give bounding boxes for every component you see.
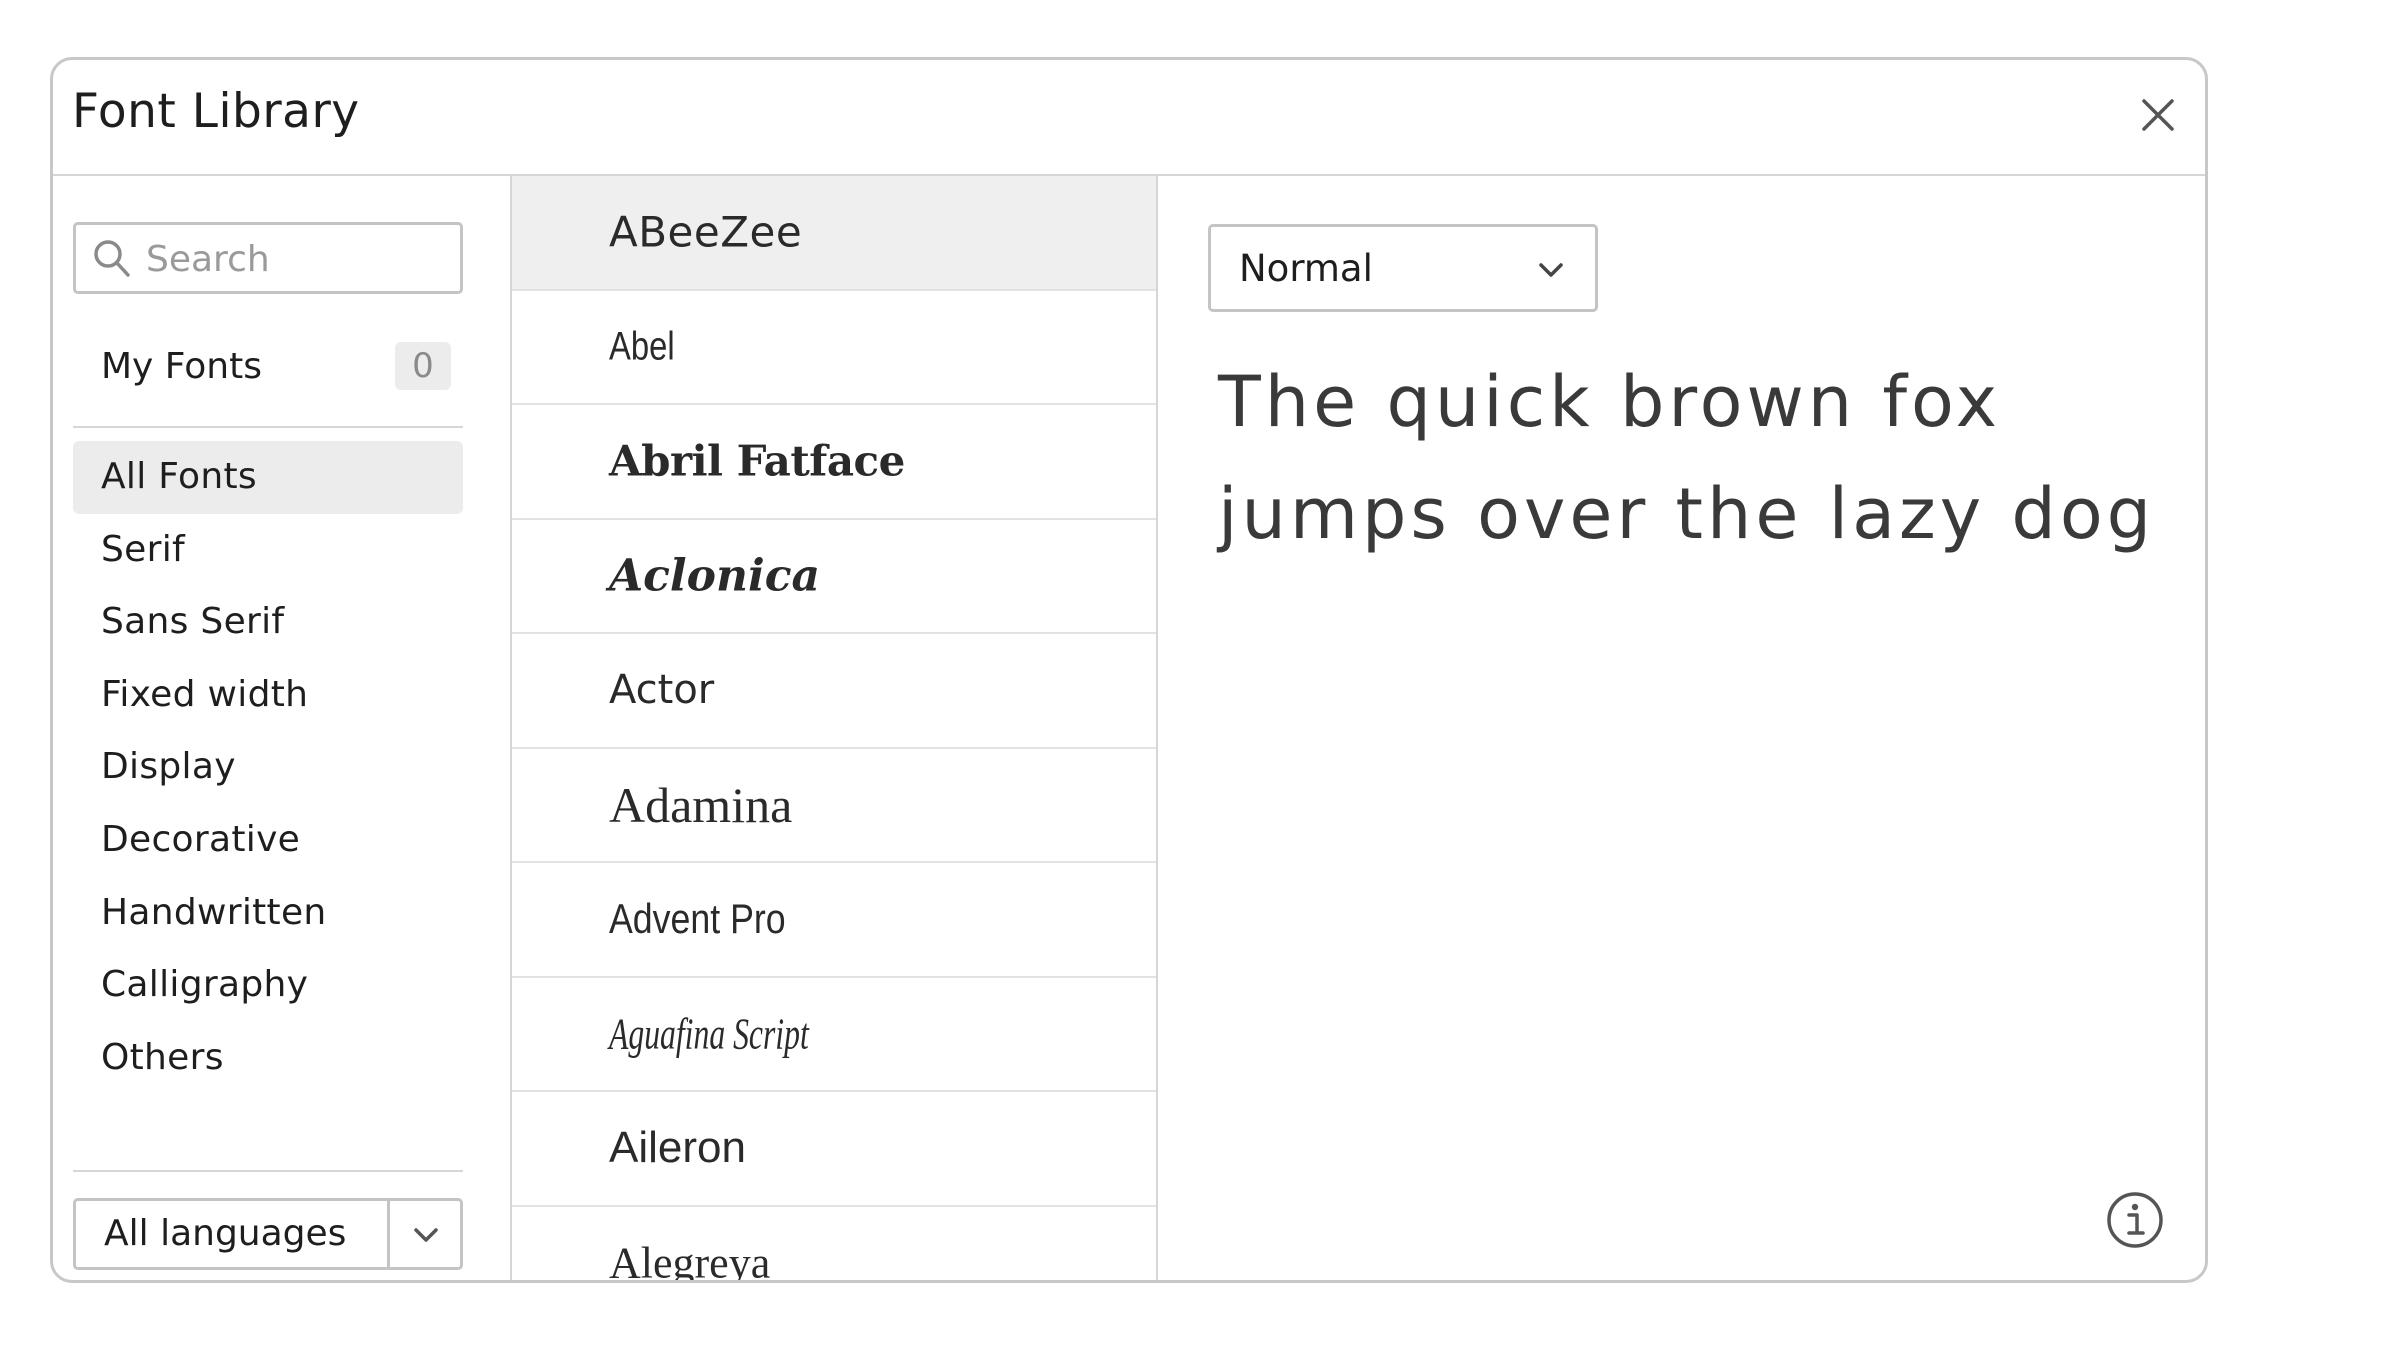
- category-list: All Fonts Serif Sans Serif Fixed width D…: [73, 441, 463, 1094]
- category-others[interactable]: Others: [73, 1022, 463, 1095]
- category-calligraphy[interactable]: Calligraphy: [73, 949, 463, 1022]
- divider: [73, 1170, 463, 1172]
- font-list-item[interactable]: Advent Pro: [512, 863, 1156, 978]
- category-fixed-width[interactable]: Fixed width: [73, 659, 463, 732]
- category-serif[interactable]: Serif: [73, 514, 463, 587]
- font-list-item[interactable]: Alegreya: [512, 1207, 1156, 1280]
- font-name: Aileron: [609, 1123, 746, 1173]
- preview-panel: Normal The quick brown fox jumps over th…: [1158, 176, 2205, 1280]
- my-fonts-label: My Fonts: [101, 346, 262, 387]
- divider: [73, 426, 463, 428]
- preview-sample-text: The quick brown fox jumps over the lazy …: [1218, 361, 2156, 555]
- category-display[interactable]: Display: [73, 731, 463, 804]
- font-list-item[interactable]: Actor: [512, 634, 1156, 749]
- dialog-title: Font Library: [72, 84, 360, 139]
- font-name: Adamina: [609, 776, 793, 833]
- search-input[interactable]: [144, 231, 448, 287]
- font-style-value: Normal: [1239, 247, 1373, 290]
- info-icon: [2107, 1192, 2163, 1248]
- font-name: Aguafina Script: [609, 1009, 809, 1059]
- font-list-item[interactable]: Abril Fatface: [512, 405, 1156, 520]
- info-button[interactable]: [2105, 1190, 2165, 1250]
- close-icon: [2142, 99, 2174, 131]
- language-select-value: All languages: [104, 1213, 347, 1254]
- font-library-dialog: Font Library My Fonts 0 All Fonts Serif …: [50, 57, 2208, 1283]
- font-style-select[interactable]: Normal: [1208, 224, 1598, 312]
- category-all-fonts[interactable]: All Fonts: [73, 441, 463, 514]
- font-name: Advent Pro: [609, 895, 786, 943]
- my-fonts-count-badge: 0: [395, 342, 451, 390]
- font-list-item[interactable]: Adamina: [512, 749, 1156, 863]
- sidebar: My Fonts 0 All Fonts Serif Sans Serif Fi…: [53, 176, 512, 1280]
- search-box: [73, 222, 463, 294]
- font-name: Abel: [609, 324, 675, 369]
- font-list-item[interactable]: Aclonica: [512, 520, 1156, 634]
- category-sans-serif[interactable]: Sans Serif: [73, 586, 463, 659]
- font-name: ABeeZee: [609, 207, 803, 257]
- font-name: Abril Fatface: [609, 436, 905, 486]
- font-name: Actor: [609, 667, 715, 714]
- font-list-item[interactable]: Aileron: [512, 1092, 1156, 1207]
- font-list-item[interactable]: Aguafina Script: [512, 978, 1156, 1092]
- close-button[interactable]: [2136, 93, 2180, 137]
- category-decorative[interactable]: Decorative: [73, 804, 463, 877]
- select-separator: [387, 1201, 390, 1267]
- font-name: Aclonica: [609, 550, 820, 602]
- font-name: Alegreya: [609, 1238, 771, 1280]
- my-fonts-item[interactable]: My Fonts 0: [73, 336, 463, 398]
- search-icon: [94, 240, 130, 277]
- font-list: ABeeZee Abel Abril Fatface Aclonica Acto…: [512, 176, 1158, 1280]
- language-select[interactable]: All languages: [73, 1198, 463, 1270]
- font-list-item[interactable]: ABeeZee: [512, 176, 1156, 291]
- category-handwritten[interactable]: Handwritten: [73, 877, 463, 950]
- chevron-down-icon: [1539, 263, 1563, 277]
- chevron-down-icon: [414, 1228, 438, 1242]
- font-list-item[interactable]: Abel: [512, 291, 1156, 405]
- dialog-titlebar: Font Library: [53, 60, 2205, 176]
